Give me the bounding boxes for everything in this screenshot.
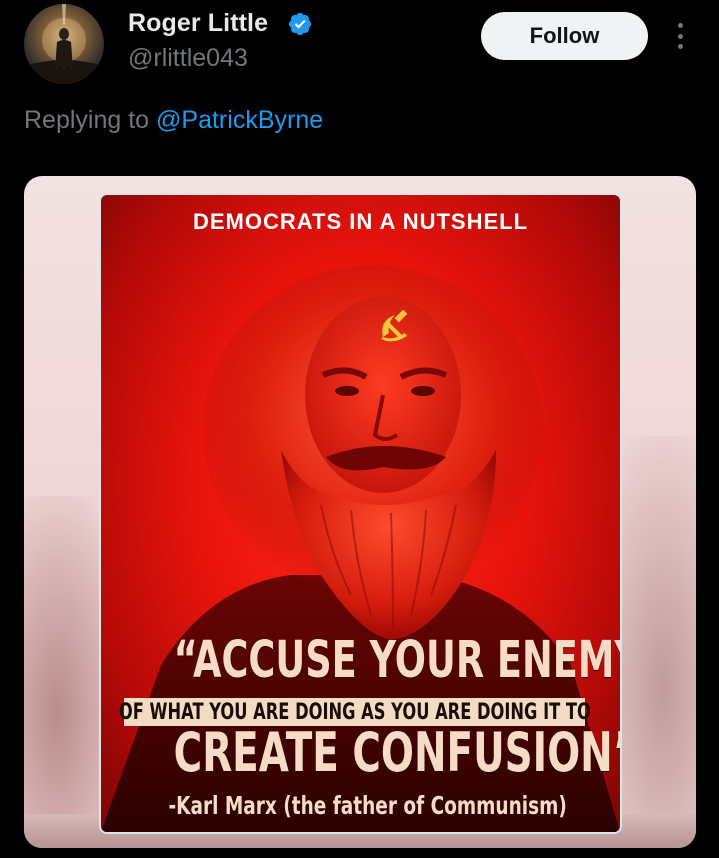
user-handle[interactable]: @rlittle043 xyxy=(128,44,248,73)
verified-badge-icon xyxy=(288,12,312,36)
hammer-and-sickle-icon xyxy=(381,309,408,342)
avatar[interactable] xyxy=(24,4,104,84)
replying-to-label: Replying to xyxy=(24,106,157,134)
mention-link[interactable]: @PatrickByrne xyxy=(156,106,323,134)
avatar-image xyxy=(24,4,104,84)
more-dot xyxy=(677,33,683,39)
more-vertical-icon[interactable] xyxy=(666,20,694,52)
poster-title: DEMOCRATS IN A NUTSHELL xyxy=(192,209,529,234)
replying-to: Replying to @PatrickByrne xyxy=(24,106,323,135)
display-name[interactable]: Roger Little xyxy=(128,9,268,38)
follow-button[interactable]: Follow xyxy=(481,12,648,60)
more-dot xyxy=(677,23,683,28)
quote-line-3: CREATE CONFUSION” xyxy=(173,721,620,784)
tweet-media[interactable]: DEMOCRATS IN A NUTSHELL “ACCUSE YOUR ENE… xyxy=(24,176,696,848)
more-dot xyxy=(677,44,683,49)
meme-poster: DEMOCRATS IN A NUTSHELL “ACCUSE YOUR ENE… xyxy=(101,195,620,832)
quote-attribution: -Karl Marx (the father of Communism) xyxy=(168,791,567,820)
quote-line-1: “ACCUSE YOUR ENEMY xyxy=(173,631,620,690)
